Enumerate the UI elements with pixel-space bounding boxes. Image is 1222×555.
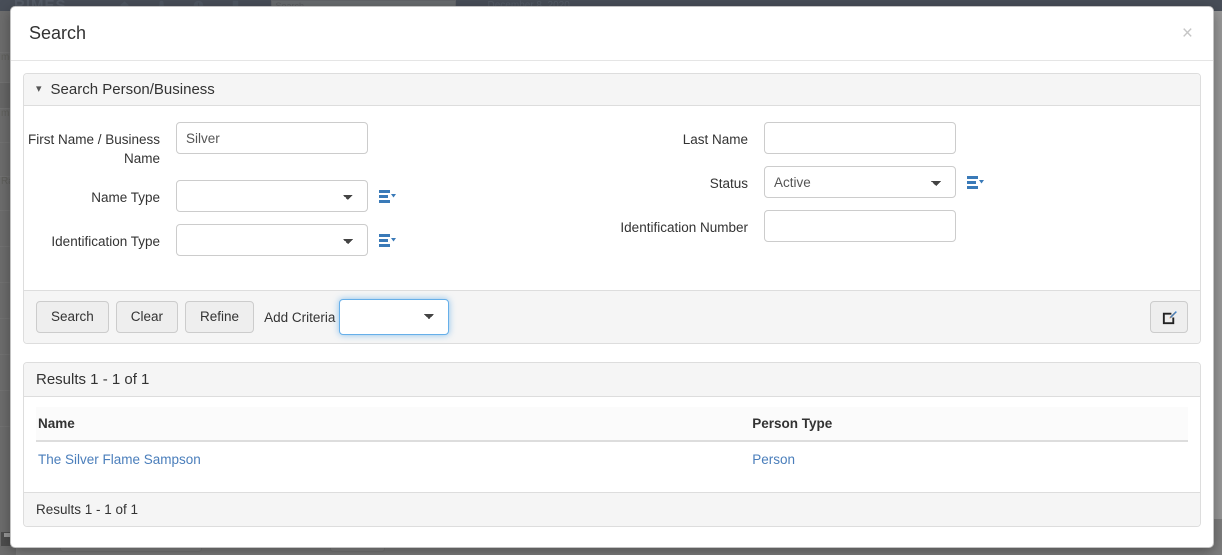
field-label: Identification Type [51,234,160,249]
name-type-select[interactable] [176,180,368,212]
identification-type-select[interactable] [176,224,368,256]
field-label: Identification Number [620,220,748,235]
control-wrapper [176,180,396,212]
field-name-type: Name Type [24,180,612,212]
status-select[interactable]: Active [764,166,956,198]
table-row: The Silver Flame Sampson Person [36,441,1188,478]
field-status: Status Active [612,166,1200,198]
modal-header: Search × [11,7,1213,61]
control-wrapper [764,122,956,154]
refine-button[interactable]: Refine [185,301,255,333]
result-person-type-link[interactable]: Person [752,452,795,467]
field-first-name-business-name: First Name / Business Name [24,122,612,168]
control-wrapper [176,122,368,154]
results-panel: Results 1 - 1 of 1 Name Person Type The … [23,362,1201,527]
field-label: Name Type [91,190,160,205]
first-name-business-name-input[interactable] [176,122,368,154]
column-header-person-type[interactable]: Person Type [750,407,1188,442]
control-wrapper: Active [764,166,984,198]
right-field-column: Last Name Status Active Identification N… [612,122,1200,268]
cell-name: The Silver Flame Sampson [36,441,751,478]
result-name-link[interactable]: The Silver Flame Sampson [38,452,201,467]
column-header-name[interactable]: Name [36,407,751,442]
field-last-name: Last Name [612,122,1200,154]
results-table-wrapper: Name Person Type The Silver Flame Sampso… [24,397,1200,478]
modal-body: ▾ Search Person/Business First Name / Bu… [11,61,1213,527]
field-label: Status [709,176,748,191]
control-wrapper [176,224,396,256]
search-button[interactable]: Search [36,301,109,333]
control-wrapper [764,210,956,242]
identification-type-list-icon[interactable] [379,233,396,248]
search-modal: Search × ▾ Search Person/Business First … [10,6,1214,548]
left-field-column: First Name / Business Name Name Type [24,122,612,268]
name-type-list-icon[interactable] [379,189,396,204]
last-name-input[interactable] [764,122,956,154]
search-fields-grid: First Name / Business Name Name Type [24,106,1200,290]
panel-header-label: Search Person/Business [50,81,215,98]
results-footer: Results 1 - 1 of 1 [24,492,1200,526]
field-label: First Name / Business Name [27,132,160,166]
status-list-icon[interactable] [967,175,984,190]
field-identification-number: Identification Number [612,210,1200,242]
cell-person-type: Person [750,441,1188,478]
table-header-row: Name Person Type [36,407,1188,442]
field-label: Last Name [682,132,748,147]
search-action-bar: Search Clear Refine Add Criteria [24,290,1200,343]
add-criteria-label: Add Criteria [264,309,336,325]
modal-title: Search [29,23,87,43]
edit-square-icon[interactable] [1150,301,1188,333]
field-identification-type: Identification Type [24,224,612,256]
add-criteria-select[interactable] [339,299,450,335]
panel-header[interactable]: ▾ Search Person/Business [24,74,1200,106]
close-icon[interactable]: × [1176,20,1199,47]
clear-button[interactable]: Clear [115,301,179,333]
search-person-business-panel: ▾ Search Person/Business First Name / Bu… [23,73,1201,344]
results-header: Results 1 - 1 of 1 [24,363,1200,397]
identification-number-input[interactable] [764,210,956,242]
results-table: Name Person Type The Silver Flame Sampso… [36,407,1188,478]
chevron-down-icon[interactable]: ▾ [36,84,42,95]
